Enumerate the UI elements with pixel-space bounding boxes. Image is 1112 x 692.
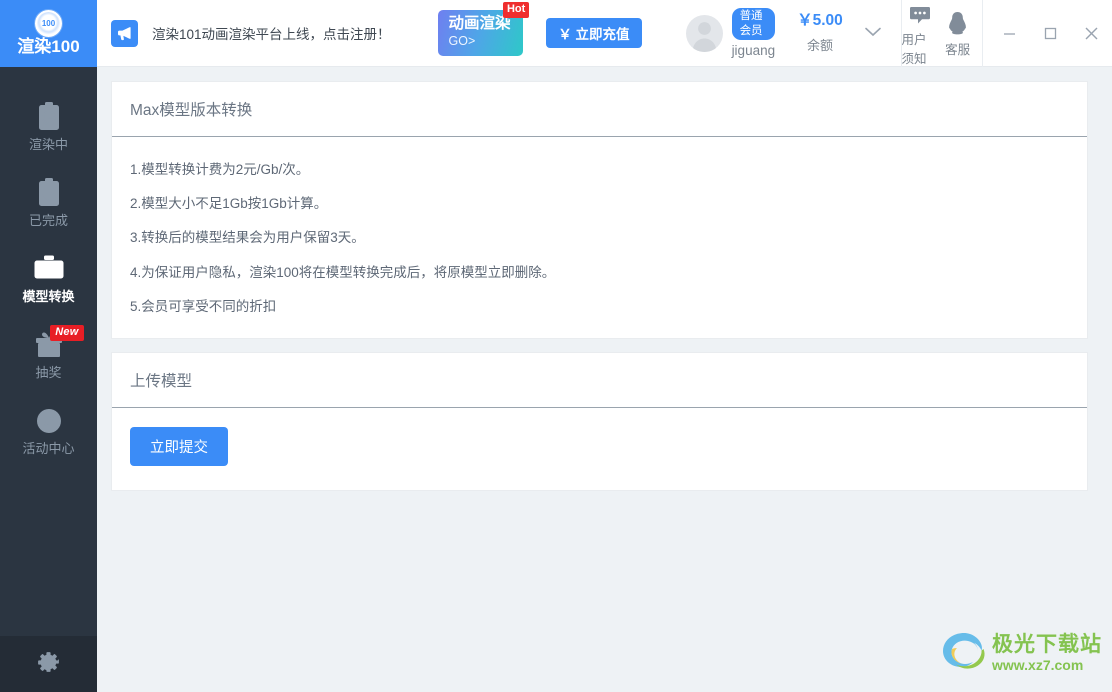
sidebar-settings-button[interactable] xyxy=(0,636,97,692)
user-meta: 普通会员 jiguang xyxy=(731,8,776,58)
upload-actions: 立即提交 xyxy=(112,408,1087,490)
balance-label: 余额 xyxy=(806,38,833,54)
hot-badge: Hot xyxy=(502,2,530,19)
topbar: 渲染101动画渲染平台上线，点击注册！ 动画渲染 GO> Hot ￥ 立即充值 … xyxy=(97,0,1112,67)
watermark: 极光下载站 www.xz7.com xyxy=(940,629,1102,678)
rule-item: 3.转换后的模型结果会为用户保留3天。 xyxy=(130,230,365,246)
watermark-title: 极光下载站 xyxy=(992,632,1102,656)
promo-banner-button[interactable]: 动画渲染 GO> Hot xyxy=(437,2,530,56)
user-notice-button[interactable]: 用户须知 xyxy=(902,0,939,67)
logo-mark-text: 100 xyxy=(41,18,56,28)
logo-text: 渲染100 xyxy=(17,37,80,57)
new-badge: New xyxy=(50,325,84,341)
rule-item: 1.模型转换计费为2元/Gb/次。 xyxy=(130,162,310,177)
rule-item: 2.模型大小不足1Gb按1Gb计算。 xyxy=(130,196,328,212)
announcement-banner[interactable]: 渲染101动画渲染平台上线，点击注册！ xyxy=(97,19,391,47)
notice-card: Max模型版本转换 1.模型转换计费为2元/Gb/次。 2.模型大小不足1Gb按… xyxy=(111,81,1088,339)
clipboard-check-icon xyxy=(36,177,62,209)
compass-icon xyxy=(35,405,63,437)
logo-circle-icon: 100 xyxy=(35,10,62,38)
gear-icon xyxy=(37,651,60,678)
user-name: jiguang xyxy=(731,42,776,58)
qq-penguin-icon xyxy=(947,9,968,35)
watermark-text: 极光下载站 www.xz7.com xyxy=(992,632,1102,673)
upload-card: 上传模型 立即提交 xyxy=(111,351,1088,491)
sidebar-item-lottery[interactable]: New 抽奖 xyxy=(0,317,97,393)
watermark-url: www.xz7.com xyxy=(992,656,1084,673)
announcement-text: 渲染101动画渲染平台上线，点击注册！ xyxy=(152,27,391,42)
sidebar-nav: 渲染中 已完成 模型转换 New 抽奖 活动中心 xyxy=(0,67,97,636)
balance-amount: ￥5.00 xyxy=(797,11,843,29)
rule-item: 4.为保证用户隐私，渲染100将在模型转换完成后，将原模型立即删除。 xyxy=(130,264,556,280)
maximize-button[interactable] xyxy=(1030,0,1071,67)
tool-label: 客服 xyxy=(945,42,971,57)
close-button[interactable] xyxy=(1071,0,1112,67)
briefcase-icon xyxy=(33,253,65,285)
sidebar-item-label: 抽奖 xyxy=(35,365,62,381)
sidebar-item-label: 活动中心 xyxy=(22,441,75,457)
main-area: 渲染101动画渲染平台上线，点击注册！ 动画渲染 GO> Hot ￥ 立即充值 … xyxy=(97,0,1112,692)
submit-button[interactable]: 立即提交 xyxy=(130,426,228,466)
watermark-logo-icon xyxy=(940,629,988,678)
vip-badge: 普通会员 xyxy=(731,8,776,40)
sidebar-item-completed[interactable]: 已完成 xyxy=(0,165,97,241)
sidebar-item-rendering[interactable]: 渲染中 xyxy=(0,89,97,165)
sidebar-item-label: 模型转换 xyxy=(22,289,75,305)
speech-bubble-icon xyxy=(909,0,931,25)
customer-service-button[interactable]: 客服 xyxy=(939,0,976,67)
sidebar-item-label: 渲染中 xyxy=(28,137,68,153)
sidebar-item-activity-center[interactable]: 活动中心 xyxy=(0,393,97,469)
chevron-down-icon xyxy=(864,24,881,42)
tool-label: 用户须知 xyxy=(901,32,927,66)
sidebar: 100 渲染100 渲染中 已完成 模型转换 New 抽奖 活动中心 xyxy=(0,0,97,692)
sidebar-item-model-conversion[interactable]: 模型转换 xyxy=(0,241,97,317)
topbar-divider-2 xyxy=(982,0,983,67)
upload-title: 上传模型 xyxy=(112,353,1087,408)
page-title: Max模型版本转换 xyxy=(112,82,1087,137)
user-profile[interactable]: 普通会员 jiguang xyxy=(685,0,776,67)
window-controls xyxy=(989,0,1112,67)
megaphone-icon xyxy=(111,19,138,47)
minimize-button[interactable] xyxy=(989,0,1030,67)
content-area: Max模型版本转换 1.模型转换计费为2元/Gb/次。 2.模型大小不足1Gb按… xyxy=(97,67,1112,692)
gift-icon: New xyxy=(34,325,84,361)
user-menu-dropdown[interactable] xyxy=(864,0,881,67)
avatar xyxy=(685,14,723,52)
rules-list: 1.模型转换计费为2元/Gb/次。 2.模型大小不足1Gb按1Gb计算。 3.转… xyxy=(112,137,1087,338)
rule-item: 5.会员可享受不同的折扣 xyxy=(130,298,277,314)
app-window: 100 渲染100 渲染中 已完成 模型转换 New 抽奖 活动中心 渲染101… xyxy=(0,0,1112,692)
balance-block[interactable]: ￥5.00 余额 xyxy=(797,12,843,55)
clipboard-clock-icon xyxy=(36,101,62,133)
promo-subtitle: GO> xyxy=(448,34,476,49)
recharge-button[interactable]: ￥ 立即充值 xyxy=(546,18,642,48)
app-logo[interactable]: 100 渲染100 xyxy=(0,0,97,67)
sidebar-item-label: 已完成 xyxy=(28,213,68,229)
